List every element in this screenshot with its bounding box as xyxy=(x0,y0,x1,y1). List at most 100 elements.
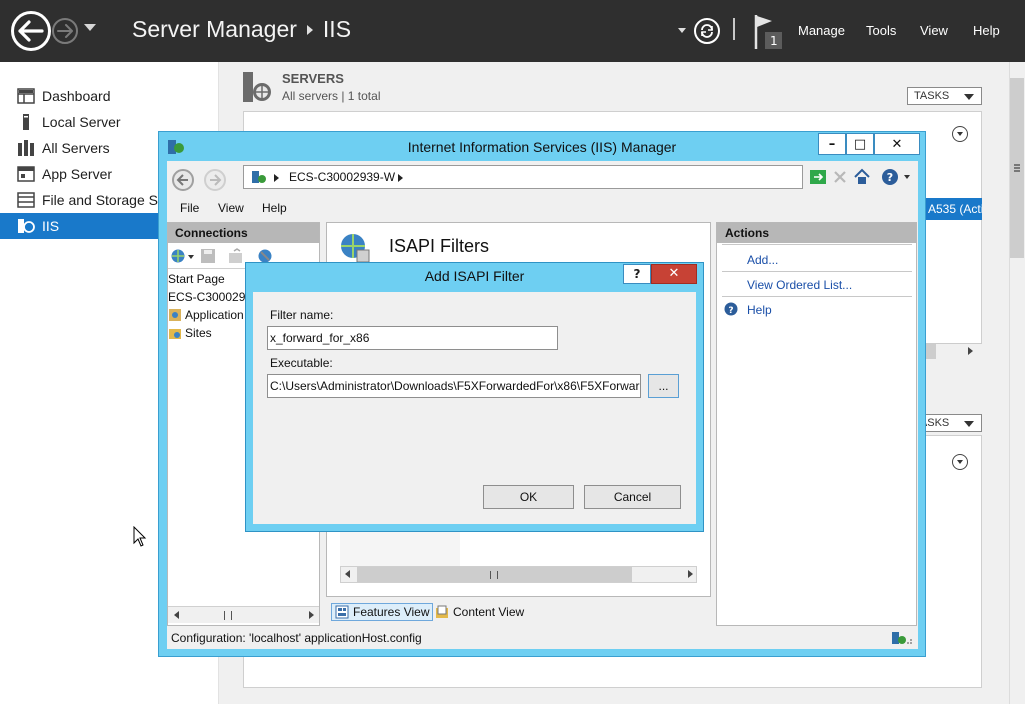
cancel-button[interactable]: Cancel xyxy=(584,485,681,509)
arrow-left-icon xyxy=(176,174,188,186)
actions-divider xyxy=(722,271,912,272)
ok-button[interactable]: OK xyxy=(483,485,574,509)
svg-text:?: ? xyxy=(728,306,733,316)
menu-tools[interactable]: Tools xyxy=(866,23,896,38)
history-dropdown-icon[interactable] xyxy=(84,24,96,31)
server-manager-title-bar: Server Manager IIS 1 Manage Tools View H… xyxy=(0,0,1025,62)
iis-icon xyxy=(18,219,35,233)
tree-application-pools[interactable]: Application xyxy=(185,308,247,322)
scroll-grip-icon xyxy=(224,611,232,620)
action-help[interactable]: Help xyxy=(747,303,772,317)
connections-header: Connections xyxy=(168,223,319,243)
mouse-cursor-icon xyxy=(133,526,147,547)
tasks-dropdown-servers[interactable]: TASKS xyxy=(907,87,982,105)
menu-help[interactable]: Help xyxy=(973,23,1000,38)
selected-server-row[interactable]: A535 (Activ xyxy=(924,198,982,220)
filter-name-input[interactable]: x_forward_for_x86 xyxy=(267,326,558,350)
back-button[interactable] xyxy=(11,11,51,51)
scroll-left-icon[interactable] xyxy=(174,611,179,619)
sites-folder-icon xyxy=(169,329,181,339)
address-node-text[interactable]: ECS-C30002939-W xyxy=(289,170,395,184)
expand-chevron-icon[interactable] xyxy=(952,126,968,142)
scroll-right-icon[interactable] xyxy=(309,611,314,619)
actions-divider xyxy=(722,296,912,297)
scroll-left-icon[interactable] xyxy=(345,570,350,578)
maximize-button[interactable]: □ xyxy=(846,133,874,155)
menu-manage[interactable]: Manage xyxy=(798,23,845,38)
help-icon[interactable]: ? xyxy=(881,168,899,186)
connections-hscroll[interactable] xyxy=(168,606,319,623)
isapi-filters-icon xyxy=(341,234,370,263)
scroll-grip-icon xyxy=(490,571,498,579)
stop-icon[interactable] xyxy=(831,168,849,186)
iis-window-title: Internet Information Services (IIS) Mana… xyxy=(407,139,677,155)
refresh-button[interactable] xyxy=(694,18,720,44)
filter-name-label: Filter name: xyxy=(270,308,334,322)
iis-menu-view[interactable]: View xyxy=(218,201,244,215)
close-button[interactable]: ✕ xyxy=(874,133,920,155)
tree-sites[interactable]: Sites xyxy=(185,326,212,340)
all-servers-icon xyxy=(18,140,34,156)
scroll-right-icon[interactable] xyxy=(688,570,693,578)
connect-globe-icon[interactable] xyxy=(170,248,186,264)
refresh-icon xyxy=(701,24,713,38)
minimize-button[interactable]: – xyxy=(818,133,846,155)
sidebar-item-label: App Server xyxy=(42,166,113,182)
servers-hscroll[interactable] xyxy=(924,343,982,359)
dialog-help-button[interactable]: ? xyxy=(623,264,651,284)
iis-menu-file[interactable]: File xyxy=(180,201,199,215)
help-icon[interactable]: ? xyxy=(724,302,738,316)
arrow-right-icon xyxy=(57,24,73,38)
tab-content-view[interactable]: Content View xyxy=(432,603,527,621)
refresh-dropdown-icon[interactable] xyxy=(678,28,686,33)
sidebar-item-label: All Servers xyxy=(42,140,110,156)
application-pools-icon xyxy=(169,309,181,321)
save-icon[interactable] xyxy=(200,248,216,264)
notifications-flag[interactable]: 1 xyxy=(752,13,784,51)
tree-server-node[interactable]: ECS-C30002939 xyxy=(168,290,248,304)
tab-features-view[interactable]: Features View xyxy=(331,603,434,621)
server-node-icon xyxy=(252,171,266,183)
refresh-icon[interactable] xyxy=(809,168,827,186)
forward-button[interactable] xyxy=(52,18,78,44)
breadcrumb: Server Manager IIS xyxy=(132,16,351,43)
notification-count: 1 xyxy=(770,34,778,48)
tab-label: Content View xyxy=(453,605,525,619)
servers-section-icon xyxy=(243,72,271,102)
sidebar-item-dashboard[interactable]: Dashboard xyxy=(0,83,219,109)
file-storage-icon xyxy=(17,192,35,208)
up-level-icon[interactable] xyxy=(228,248,244,264)
executable-input[interactable]: C:\Users\Administrator\Downloads\F5XForw… xyxy=(267,374,641,398)
servers-section-subtitle: All servers | 1 total xyxy=(282,89,381,103)
status-server-icon xyxy=(892,632,912,644)
sidebar-item-label: Dashboard xyxy=(42,88,111,104)
address-expand-icon[interactable] xyxy=(398,174,403,182)
flag-icon xyxy=(754,15,782,49)
action-add[interactable]: Add... xyxy=(747,253,778,267)
status-bar: Configuration: 'localhost' applicationHo… xyxy=(167,629,918,649)
expand-chevron-icon[interactable] xyxy=(952,454,968,470)
app-server-icon xyxy=(17,166,35,182)
tab-label: Features View xyxy=(353,605,430,619)
sidebar-item-label: Local Server xyxy=(42,114,121,130)
arrow-left-icon xyxy=(18,20,44,42)
feature-list-area xyxy=(340,530,460,566)
breadcrumb-root: Server Manager xyxy=(132,16,297,42)
scroll-right-icon[interactable] xyxy=(968,347,973,355)
browse-button[interactable]: ... xyxy=(648,374,679,398)
arrow-right-icon xyxy=(210,174,222,186)
dialog-close-button[interactable]: ✕ xyxy=(651,264,697,284)
sidebar-item-label: IIS xyxy=(42,218,60,234)
action-view-ordered-list[interactable]: View Ordered List... xyxy=(747,278,852,292)
home-icon[interactable] xyxy=(853,168,871,186)
menu-view[interactable]: View xyxy=(920,23,948,38)
breadcrumb-separator-icon xyxy=(306,24,313,35)
iis-back-button[interactable] xyxy=(172,169,194,191)
svg-text:?: ? xyxy=(887,171,893,184)
iis-forward-button[interactable] xyxy=(204,169,226,191)
dashboard-icon xyxy=(17,88,35,104)
scroll-grip-icon xyxy=(1014,164,1020,172)
connect-dropdown-icon[interactable] xyxy=(188,255,194,259)
help-dropdown-icon[interactable] xyxy=(904,175,910,179)
iis-menu-help[interactable]: Help xyxy=(262,201,287,215)
